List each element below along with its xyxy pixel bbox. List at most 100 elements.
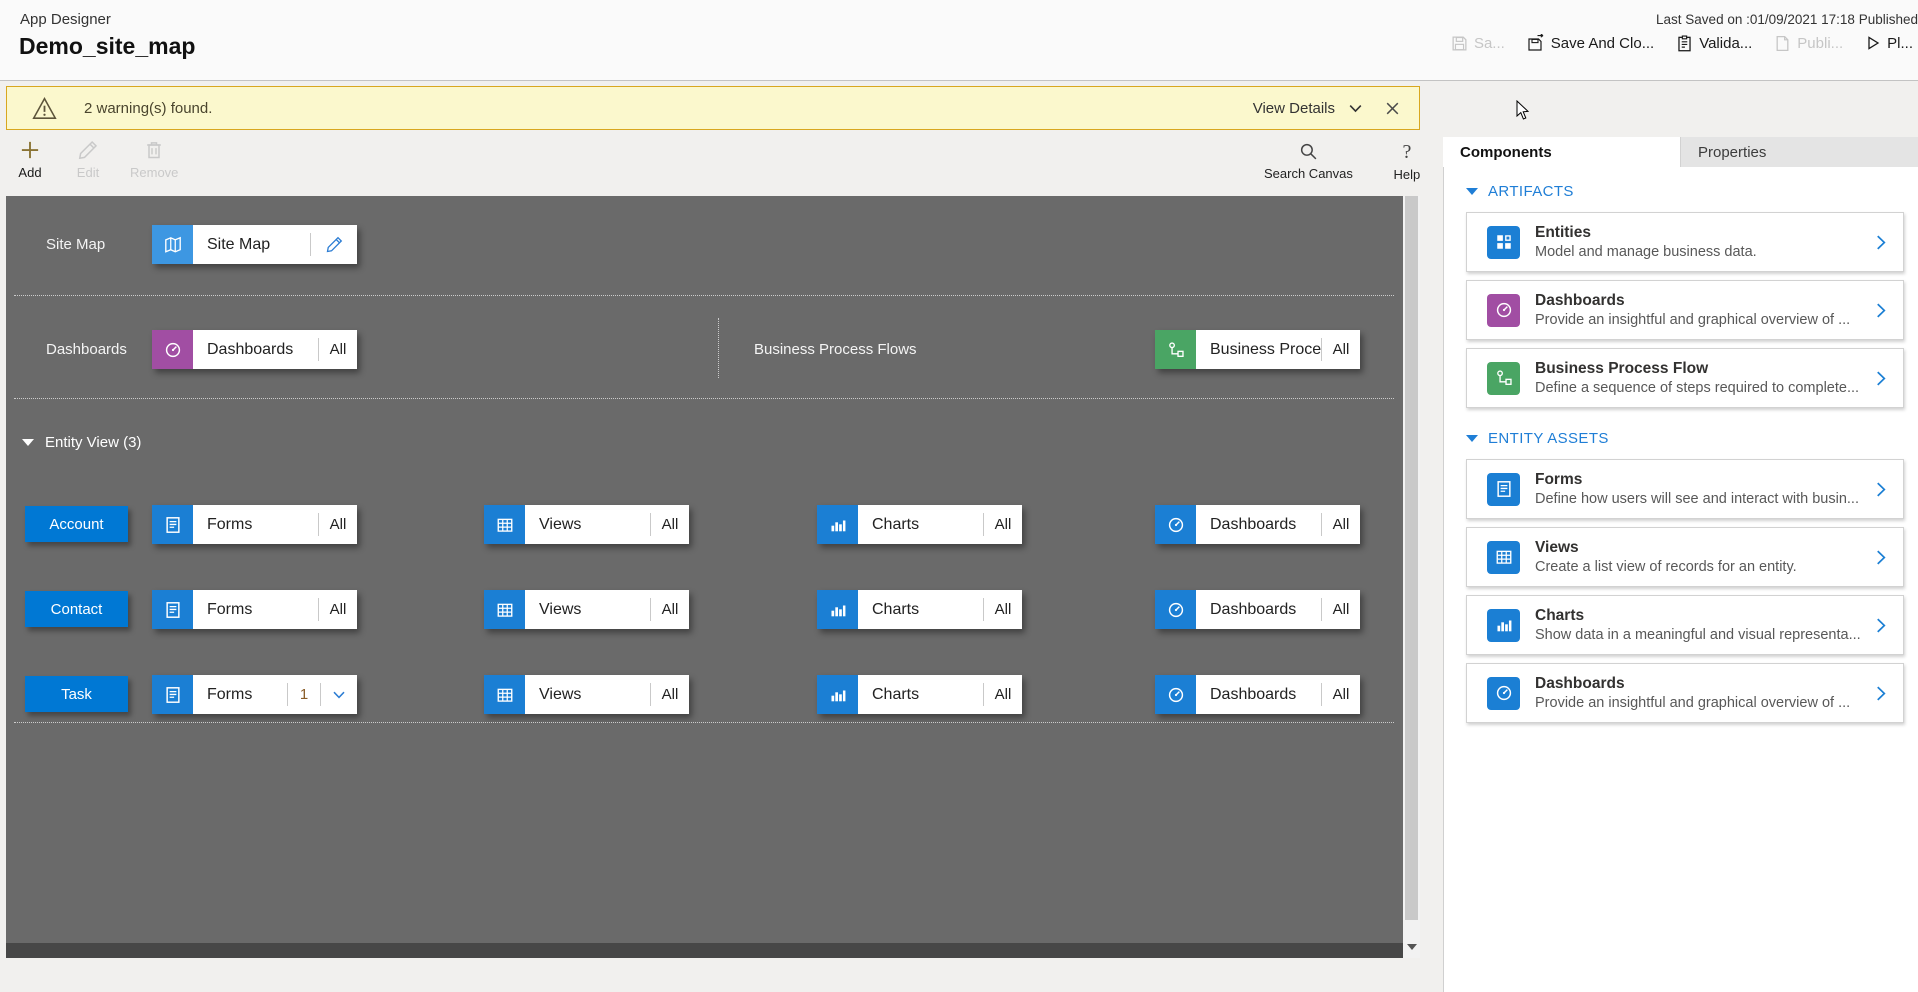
task-views-tile[interactable]: Views All (484, 675, 689, 714)
account-dashboards-tile[interactable]: Dashboards All (1155, 505, 1360, 544)
entity-assets-section-toggle[interactable]: ENTITY ASSETS (1466, 430, 1918, 447)
form-icon (1487, 472, 1520, 506)
contact-forms-tile[interactable]: Forms All (152, 590, 357, 629)
warning-banner: 2 warning(s) found. View Details (6, 86, 1420, 130)
close-icon (1384, 100, 1401, 117)
tile-scope[interactable]: All (984, 675, 1022, 714)
help-button[interactable]: ? Help (1385, 140, 1429, 184)
save-button[interactable]: Sa... (1451, 35, 1505, 52)
tile-scope[interactable]: All (1322, 505, 1360, 544)
gauge-icon (1155, 590, 1196, 629)
view-details-button[interactable]: View Details (1253, 100, 1364, 117)
tile-scope[interactable]: All (651, 505, 689, 544)
tile-label: Site Map (207, 235, 271, 253)
row-separator (14, 295, 1394, 296)
entity-button-contact[interactable]: Contact (25, 591, 128, 627)
gauge-icon (1155, 505, 1196, 544)
task-forms-tile[interactable]: Forms 1 (152, 675, 357, 714)
contact-charts-tile[interactable]: Charts All (817, 590, 1022, 629)
tile-scope[interactable]: All (319, 590, 357, 629)
tile-label: Business Proces... (1210, 340, 1321, 358)
scrollbar-thumb[interactable] (1405, 196, 1418, 920)
contact-dashboards-tile[interactable]: Dashboards All (1155, 590, 1360, 629)
contact-views-tile[interactable]: Views All (484, 590, 689, 629)
tile-label: Views (539, 685, 582, 703)
component-card-entities[interactable]: Entities Model and manage business data. (1466, 212, 1904, 272)
forms-dropdown-button[interactable] (321, 675, 357, 714)
close-banner-button[interactable] (1384, 100, 1401, 117)
components-panel: Components Properties ARTIFACTS Entities… (1443, 80, 1918, 992)
flow-icon (1487, 361, 1520, 395)
entity-button-account[interactable]: Account (25, 506, 128, 542)
pencil-icon (326, 236, 343, 253)
tile-scope[interactable]: All (651, 590, 689, 629)
entity-view-toggle[interactable]: Entity View (3) (22, 434, 141, 451)
artifacts-section-toggle[interactable]: ARTIFACTS (1466, 183, 1918, 200)
section-title: ARTIFACTS (1488, 183, 1574, 200)
tile-scope[interactable]: All (984, 590, 1022, 629)
edit-sitemap-button[interactable] (311, 225, 357, 264)
component-card-dashboards[interactable]: Dashboards Provide an insightful and gra… (1466, 280, 1904, 340)
tab-properties[interactable]: Properties (1680, 137, 1918, 167)
card-description: Create a list view of records for an ent… (1535, 558, 1797, 575)
tile-scope[interactable]: All (1322, 330, 1360, 369)
save-and-close-label: Save And Clo... (1550, 34, 1655, 52)
component-card-business-process-flow[interactable]: Business Process Flow Define a sequence … (1466, 348, 1904, 408)
task-dashboards-tile[interactable]: Dashboards All (1155, 675, 1360, 714)
tab-components[interactable]: Components (1443, 137, 1680, 167)
tile-scope[interactable]: All (319, 330, 357, 369)
save-and-close-button[interactable]: Save And Clo... (1527, 34, 1654, 52)
tile-scope[interactable]: All (651, 675, 689, 714)
task-charts-tile[interactable]: Charts All (817, 675, 1022, 714)
publish-label: Publi... (1797, 34, 1844, 52)
canvas-surface[interactable]: Site Map Site Map Dashboards Dashboards … (6, 196, 1403, 958)
validate-button[interactable]: Valida... (1676, 35, 1752, 52)
component-card-charts[interactable]: Charts Show data in a meaningful and vis… (1466, 595, 1904, 655)
table-icon (484, 590, 525, 629)
dashboards-tile[interactable]: Dashboards All (152, 330, 357, 369)
triangle-down-icon (1406, 944, 1417, 950)
bpf-tile[interactable]: Business Proces... All (1155, 330, 1360, 369)
tile-label: Forms (207, 515, 253, 533)
canvas-bottom-edge (6, 943, 1403, 958)
canvas-scrollbar[interactable] (1403, 196, 1420, 958)
search-canvas-button[interactable]: Search Canvas (1258, 140, 1359, 184)
row-separator (14, 398, 1394, 399)
tile-scope[interactable]: All (984, 505, 1022, 544)
sitemap-tile[interactable]: Site Map (152, 225, 357, 264)
validate-label: Valida... (1699, 34, 1753, 52)
validate-icon (1676, 35, 1693, 52)
component-card-forms[interactable]: Forms Define how users will see and inte… (1466, 459, 1904, 519)
account-charts-tile[interactable]: Charts All (817, 505, 1022, 544)
app-header: App Designer Demo_site_map Last Saved on… (0, 0, 1918, 81)
form-icon (152, 505, 193, 544)
scrollbar-down-button[interactable] (1403, 938, 1420, 956)
tile-label: Dashboards (207, 340, 294, 358)
account-forms-tile[interactable]: Forms All (152, 505, 357, 544)
chevron-right-icon (1872, 685, 1889, 702)
tile-label: Charts (872, 600, 920, 618)
panel-body: ARTIFACTS Entities Model and manage busi… (1443, 167, 1918, 992)
tile-scope[interactable]: All (1322, 590, 1360, 629)
save-icon (1451, 35, 1468, 52)
component-card-views[interactable]: Views Create a list view of records for … (1466, 527, 1904, 587)
search-canvas-label: Search Canvas (1264, 166, 1353, 181)
entity-button-task[interactable]: Task (25, 676, 128, 712)
remove-button[interactable]: Remove (124, 138, 184, 182)
component-card-entity-dashboards[interactable]: Dashboards Provide an insightful and gra… (1466, 663, 1904, 723)
column-separator (718, 318, 719, 378)
card-title: Charts (1535, 606, 1585, 624)
add-button[interactable]: Add (8, 138, 52, 182)
tile-scope[interactable]: All (319, 505, 357, 544)
tile-count[interactable]: 1 (288, 675, 320, 714)
view-details-label: View Details (1252, 99, 1335, 117)
table-icon (484, 675, 525, 714)
account-views-tile[interactable]: Views All (484, 505, 689, 544)
tile-scope[interactable]: All (1322, 675, 1360, 714)
chevron-right-icon (1872, 302, 1889, 319)
play-button[interactable]: Pl... (1865, 35, 1913, 52)
help-label: Help (1393, 167, 1421, 182)
publish-button[interactable]: Publi... (1774, 35, 1843, 52)
edit-button[interactable]: Edit (66, 138, 110, 182)
card-title: Views (1535, 538, 1579, 556)
